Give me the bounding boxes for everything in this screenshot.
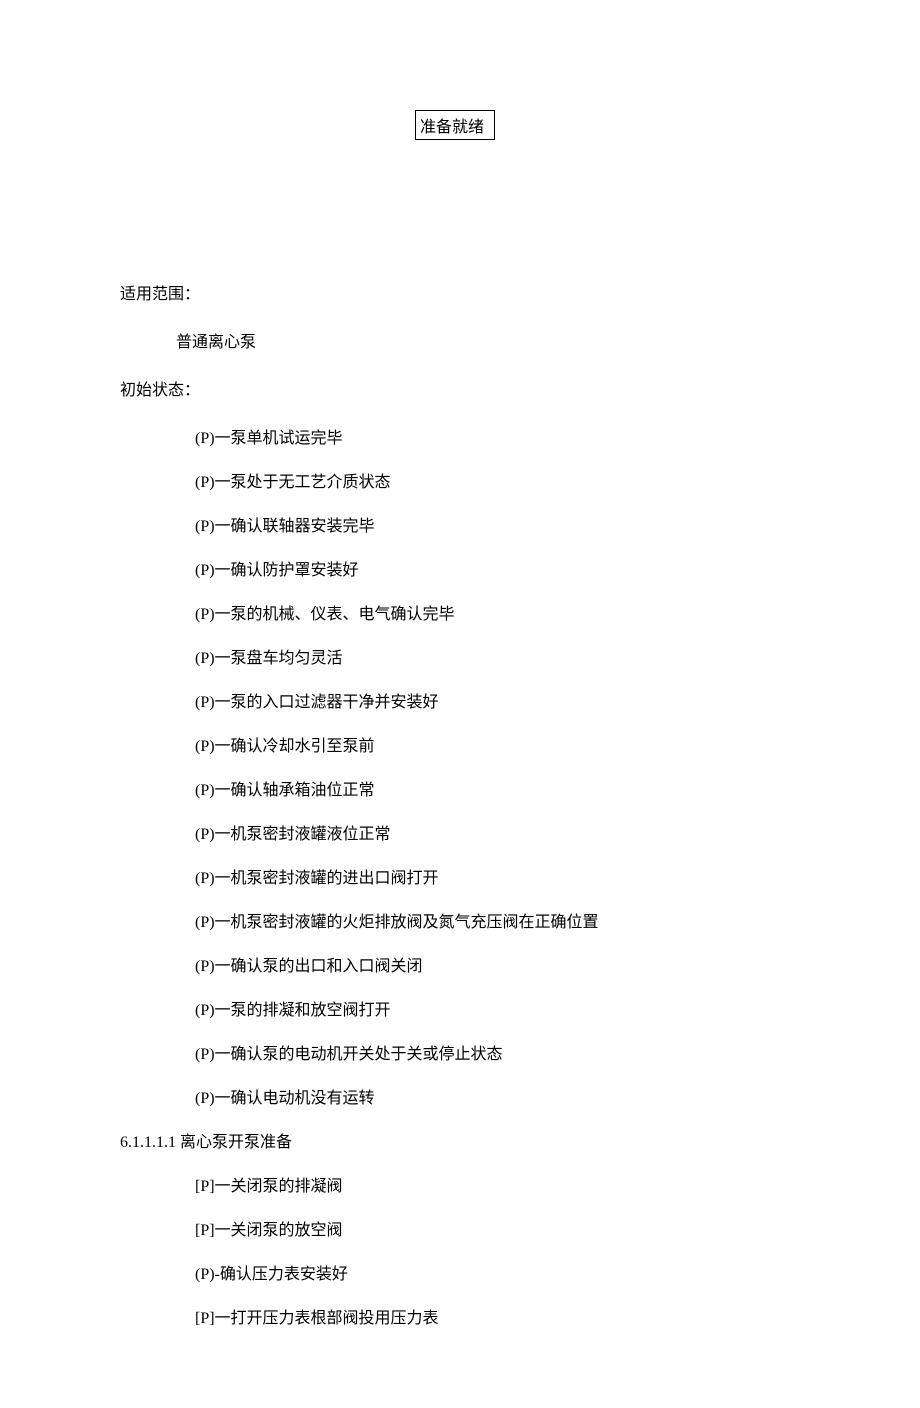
scope-label: 适用范围：	[120, 280, 800, 304]
document-page: 准备就绪 适用范围： 普通离心泵 初始状态： (P)一泵单机试运完毕 (P)一泵…	[0, 0, 920, 1408]
initial-state-item: (P)一泵处于无工艺介质状态	[195, 468, 800, 492]
initial-state-item: (P)一机泵密封液罐的火炬排放阀及氮气充压阀在正确位置	[195, 908, 800, 932]
initial-state-item: (P)一泵盘车均匀灵活	[195, 644, 800, 668]
initial-state-item: (P)一泵的机械、仪表、电气确认完毕	[195, 600, 800, 624]
initial-state-item: (P)一机泵密封液罐液位正常	[195, 820, 800, 844]
initial-state-label: 初始状态：	[120, 376, 800, 400]
initial-state-item: (P)一泵单机试运完毕	[195, 424, 800, 448]
title-box: 准备就绪	[415, 110, 495, 140]
prep-item: [P]一打开压力表根部阀投用压力表	[195, 1304, 800, 1328]
initial-state-item: (P)一确认轴承箱油位正常	[195, 776, 800, 800]
prep-item: (P)-确认压力表安装好	[195, 1260, 800, 1284]
title-text: 准备就绪	[420, 119, 484, 136]
prep-item: [P]一关闭泵的放空阀	[195, 1216, 800, 1240]
prep-heading: 6.1.1.1.1 离心泵开泵准备	[120, 1128, 800, 1152]
initial-state-item: (P)一确认联轴器安装完毕	[195, 512, 800, 536]
prep-item: [P]一关闭泵的排凝阀	[195, 1172, 800, 1196]
initial-state-item: (P)一泵的入口过滤器干净并安装好	[195, 688, 800, 712]
initial-state-item: (P)一机泵密封液罐的进出口阀打开	[195, 864, 800, 888]
initial-state-item: (P)一确认冷却水引至泵前	[195, 732, 800, 756]
initial-state-item: (P)一确认泵的电动机开关处于关或停止状态	[195, 1040, 800, 1064]
initial-state-item: (P)一确认泵的出口和入口阀关闭	[195, 952, 800, 976]
scope-value: 普通离心泵	[176, 328, 800, 352]
initial-state-item: (P)一泵的排凝和放空阀打开	[195, 996, 800, 1020]
initial-state-item: (P)一确认防护罩安装好	[195, 556, 800, 580]
initial-state-item: (P)一确认电动机没有运转	[195, 1084, 800, 1108]
